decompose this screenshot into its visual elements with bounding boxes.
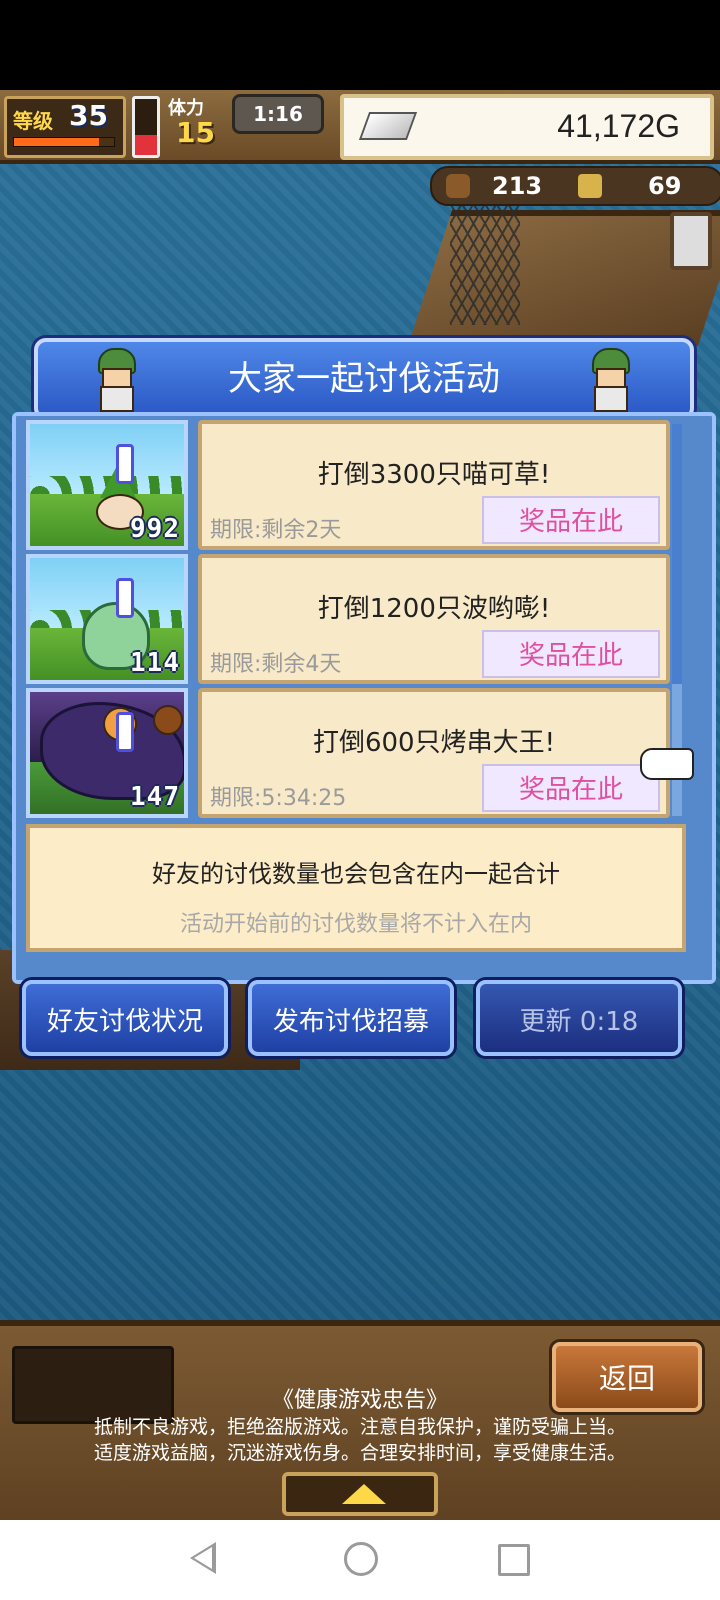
level-box: 等级 35 xyxy=(4,96,126,158)
quest-thumbnail: 992 xyxy=(26,420,188,550)
up-arrow-icon xyxy=(342,1484,386,1504)
note-line-2: 活动开始前的讨伐数量将不计入在内 xyxy=(179,912,532,937)
stamina-fill xyxy=(135,135,157,155)
refresh-button[interactable]: 更新 0:18 xyxy=(476,980,682,1056)
lantern-icon xyxy=(670,212,712,270)
stamina-value: 15 xyxy=(176,116,215,149)
kill-count: 147 xyxy=(130,782,180,812)
resource-a-value: 213 xyxy=(492,172,543,200)
quest-thumbnail: 147 xyxy=(26,688,188,818)
quest-thumbnail: 114 xyxy=(26,554,188,684)
post-recruit-button[interactable]: 发布讨伐招募 xyxy=(248,980,454,1056)
quest-deadline: 期限:剩余2天 xyxy=(210,518,342,543)
kill-count: 992 xyxy=(130,514,180,544)
quest-row[interactable]: 114 打倒1200只波哟嘭! 期限:剩余4天 奖品在此 xyxy=(26,554,688,684)
alert-icon xyxy=(116,712,134,752)
note-line-1: 好友的讨伐数量也会包含在内一起合计 xyxy=(152,860,560,888)
pointer-hand-icon xyxy=(640,748,694,780)
silver-ingot-icon xyxy=(358,112,418,140)
status-bar-area xyxy=(0,0,720,90)
prize-button[interactable]: 奖品在此 xyxy=(482,496,660,544)
gold-panel[interactable]: 41,172G xyxy=(340,94,714,160)
ship-rigging xyxy=(450,205,520,325)
quest-deadline: 期限:剩余4天 xyxy=(210,652,342,677)
xp-bar xyxy=(13,137,115,147)
level-value: 35 xyxy=(69,99,108,132)
medal-icon xyxy=(578,174,602,198)
quest-card: 打倒3300只喵可草! 期限:剩余2天 奖品在此 xyxy=(198,420,670,550)
resource-row: 213 69 xyxy=(430,166,720,206)
dialog-body: 992 打倒3300只喵可草! 期限:剩余2天 奖品在此 114 打倒1200只… xyxy=(12,412,716,984)
xp-fill xyxy=(14,138,99,146)
kill-count: 114 xyxy=(130,648,180,678)
nav-recents-icon[interactable] xyxy=(498,1544,530,1576)
log-icon xyxy=(446,174,470,198)
quest-card: 打倒600只烤串大王! 期限:5:34:25 奖品在此 xyxy=(198,688,670,818)
quest-title: 打倒3300只喵可草! xyxy=(317,460,551,490)
dialog-title-bar: 大家一起讨伐活动 xyxy=(34,338,694,420)
quest-deadline: 期限:5:34:25 xyxy=(210,786,347,811)
bottom-panel: 返回 《健康游戏忠告》 抵制不良游戏，拒绝盗版游戏。注意自我保护，谨防受骗上当。… xyxy=(0,1320,720,1526)
quest-card: 打倒1200只波哟嘭! 期限:剩余4天 奖品在此 xyxy=(198,554,670,684)
expand-menu-button[interactable] xyxy=(282,1472,438,1516)
prize-button[interactable]: 奖品在此 xyxy=(482,764,660,812)
health-advisory-line-2: 适度游戏益脑，沉迷游戏伤身。合理安排时间，享受健康生活。 xyxy=(93,1442,626,1464)
quest-row[interactable]: 992 打倒3300只喵可草! 期限:剩余2天 奖品在此 xyxy=(26,420,688,550)
scroll-thumb[interactable] xyxy=(672,424,682,684)
soldier-right-icon xyxy=(584,348,634,412)
health-advisory-line-1: 抵制不良游戏，拒绝盗版游戏。注意自我保护，谨防受骗上当。 xyxy=(93,1416,626,1438)
health-advisory-title: 《健康游戏忠告》 xyxy=(271,1388,448,1413)
prize-button[interactable]: 奖品在此 xyxy=(482,630,660,678)
nav-home-icon[interactable] xyxy=(344,1542,378,1576)
top-hud: 等级 35 体力 15 1:16 41,172G xyxy=(0,90,720,164)
resource-b-value: 69 xyxy=(648,172,682,200)
alert-icon xyxy=(116,578,134,618)
level-label: 等级 xyxy=(13,109,53,133)
nav-back-icon[interactable] xyxy=(190,1542,216,1574)
system-navbar xyxy=(0,1520,720,1600)
friend-status-button[interactable]: 好友讨伐状况 xyxy=(22,980,228,1056)
stamina-gauge xyxy=(132,96,160,158)
quest-row[interactable]: 147 打倒600只烤串大王! 期限:5:34:25 奖品在此 xyxy=(26,688,688,818)
gold-value: 41,172G xyxy=(557,108,680,144)
quest-title: 打倒600只烤串大王! xyxy=(312,728,556,758)
info-note: 好友的讨伐数量也会包含在内一起合计 活动开始前的讨伐数量将不计入在内 xyxy=(26,824,686,952)
quest-title: 打倒1200只波哟嘭! xyxy=(317,594,551,624)
stamina-timer: 1:16 xyxy=(232,94,324,134)
alert-icon xyxy=(116,444,134,484)
